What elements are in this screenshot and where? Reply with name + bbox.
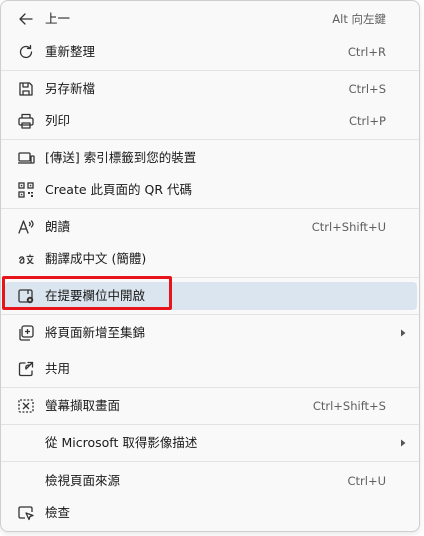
menu-item-view-source[interactable]: 檢視頁面來源 Ctrl+U	[5, 467, 417, 495]
menu-item-shortcut: Ctrl+Shift+S	[312, 399, 386, 413]
menu-item-label: 上一	[45, 11, 71, 26]
menu-item-shortcut: Alt 向左鍵	[332, 12, 386, 26]
menu-item-label: 翻譯成中文 (簡體)	[45, 251, 147, 266]
add-to-collections-icon	[16, 323, 36, 343]
menu-item-read-aloud[interactable]: 朗讀 Ctrl+Shift+U	[5, 213, 417, 241]
menu-item-send-tab[interactable]: [傳送] 索引標籤到您的裝置	[5, 144, 417, 172]
qr-code-icon	[16, 180, 36, 200]
chevron-right-icon	[401, 439, 406, 447]
menu-item-shortcut: Ctrl+U	[347, 474, 386, 488]
menu-item-print[interactable]: 列印 Ctrl+P	[5, 107, 417, 135]
menu-item-share[interactable]: 共用	[5, 355, 417, 383]
menu-item-label: [傳送] 索引標籤到您的裝置	[45, 150, 197, 165]
menu-separator	[1, 314, 419, 315]
translate-icon	[16, 249, 36, 269]
menu-item-image-descriptions[interactable]: 從 Microsoft 取得影像描述	[5, 429, 417, 457]
menu-item-shortcut: Ctrl+S	[348, 82, 386, 96]
menu-separator	[1, 70, 419, 71]
share-icon	[16, 359, 36, 379]
menu-separator	[1, 139, 419, 140]
menu-item-label: 共用	[45, 361, 71, 376]
menu-item-screenshot[interactable]: 螢幕擷取畫面 Ctrl+Shift+S	[5, 392, 417, 420]
back-arrow-icon	[16, 9, 36, 29]
menu-item-refresh[interactable]: 重新整理 Ctrl+R	[5, 38, 417, 66]
menu-item-label: 檢查	[45, 505, 71, 520]
menu-item-back[interactable]: 上一 Alt 向左鍵	[5, 5, 417, 33]
chevron-right-icon	[401, 329, 406, 337]
screenshot-icon	[16, 396, 36, 416]
menu-item-label: 檢視頁面來源	[45, 473, 121, 488]
read-aloud-icon	[16, 217, 36, 237]
refresh-icon	[16, 42, 36, 62]
menu-item-add-to-collections[interactable]: 將頁面新增至集錦	[5, 319, 417, 347]
menu-separator	[1, 424, 419, 425]
menu-item-label: 將頁面新增至集錦	[45, 325, 146, 340]
menu-separator	[1, 208, 419, 209]
menu-item-label: 朗讀	[45, 219, 71, 234]
menu-item-inspect[interactable]: 檢查	[5, 499, 417, 527]
inspect-icon	[16, 503, 36, 523]
menu-item-label: Create 此頁面的 QR 代碼	[45, 182, 192, 197]
menu-item-label: 從 Microsoft 取得影像描述	[45, 435, 198, 450]
menu-item-save-as[interactable]: 另存新檔 Ctrl+S	[5, 75, 417, 103]
printer-icon	[16, 111, 36, 131]
menu-item-shortcut: Ctrl+R	[347, 45, 386, 59]
menu-item-translate[interactable]: 翻譯成中文 (簡體)	[5, 245, 417, 273]
menu-item-label: 另存新檔	[45, 81, 96, 96]
menu-item-qr-code[interactable]: Create 此頁面的 QR 代碼	[5, 176, 417, 204]
menu-item-label: 重新整理	[45, 44, 96, 59]
save-icon	[16, 79, 36, 99]
menu-item-label: 列印	[45, 113, 71, 128]
menu-separator	[1, 461, 419, 462]
highlight-annotation-box	[2, 276, 172, 310]
send-to-devices-icon	[16, 148, 36, 168]
menu-item-shortcut: Ctrl+P	[348, 114, 386, 128]
menu-item-shortcut: Ctrl+Shift+U	[311, 220, 386, 234]
menu-item-label: 螢幕擷取畫面	[45, 398, 121, 413]
context-menu: 上一 Alt 向左鍵 重新整理 Ctrl+R 另存新檔 Ctrl+S 列印 Ct…	[0, 0, 420, 532]
menu-separator	[1, 387, 419, 388]
